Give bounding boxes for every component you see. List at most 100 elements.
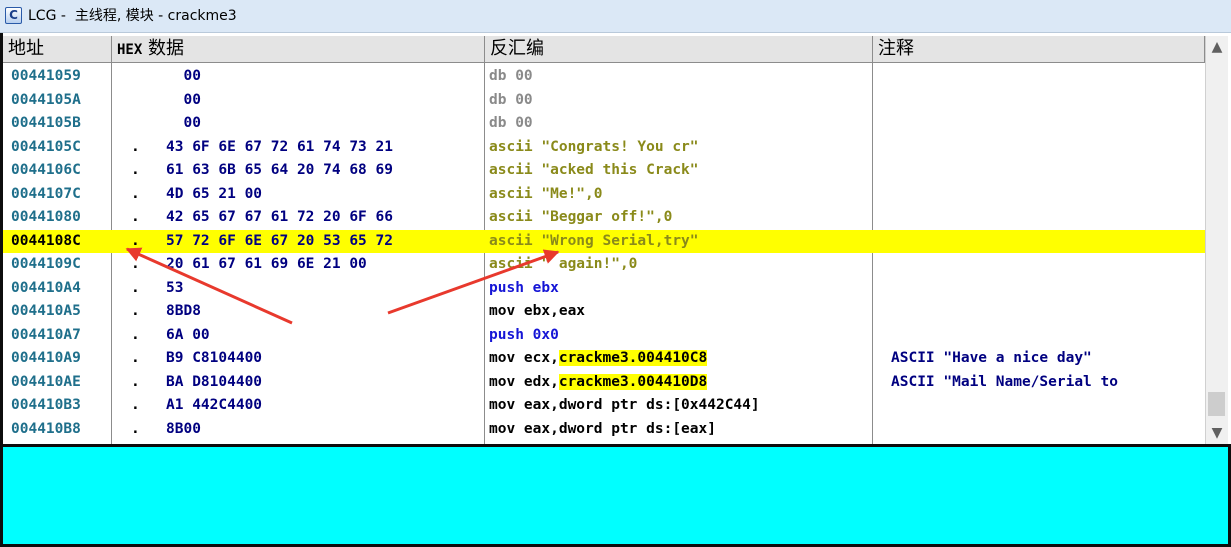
table-row[interactable]: 0044106C. 61 63 6B 65 64 20 74 68 69 ascii… [3,159,1205,183]
instruction-text: ascii " again!",0 [489,256,638,272]
scrollbar-thumb[interactable] [1208,392,1225,416]
marker-cell: . [131,232,140,249]
hex-cell: 8BD8 [166,303,201,319]
address-cell: 00441080 [11,209,81,225]
table-row[interactable]: 0044107C. 4D 65 21 00 ascii "Me!",0 [3,183,1205,207]
table-row[interactable]: 0044105A 00 db 00 [3,89,1205,113]
disassembly-rows: 00441059 00 db 00 0044105A 00 db 00 0044105B… [3,65,1205,441]
address-cell: 0044106C [11,162,81,178]
table-row[interactable]: 0044109C. 20 61 67 61 69 6E 21 00 ascii " … [3,253,1205,277]
instruction-text: push ebx [489,279,559,296]
disassembly-cell: push ebx [489,277,875,301]
scroll-up-icon[interactable]: ▲ [1206,36,1228,58]
column-header-address[interactable]: 地址 [3,36,112,63]
symbol-reference: crackme3.004410D8 [558,373,708,390]
instruction-text: db 00 [489,115,533,131]
address-cell: 0044108C [11,232,81,249]
hex-cell: 00 [166,91,201,108]
table-row[interactable]: 004410A7. 6A 00 push 0x0 [3,324,1205,348]
instruction-text: ascii "Beggar off!",0 [489,209,673,225]
title-bar: C LCG - 主线程, 模块 - crackme3 [0,0,1231,33]
disassembly-cell: ascii "Congrats! You cr" [489,136,875,160]
disassembly-cell: db 00 [489,65,875,89]
disassembly-cell: ascii "Beggar off!",0 [489,206,875,230]
hex-cell: 53 [166,279,184,296]
hex-cell: BA D8104400 [166,373,263,390]
table-row[interactable]: 004410AE. BA D8104400 mov edx,crackme3.004… [3,371,1205,395]
disassembly-cell: push 0x0 [489,324,875,348]
address-cell: 004410A9 [11,350,81,366]
table-row[interactable]: 004410B8. 8B00 mov eax,dword ptr ds:[eax] [3,418,1205,442]
address-cell: 0044105C [11,138,81,155]
info-pane[interactable] [0,447,1231,547]
hex-cell: 42 65 67 67 61 72 20 6F 66 [166,209,393,225]
table-row[interactable]: 004410A4. 53 push ebx [3,277,1205,301]
symbol-reference: crackme3.004410C8 [558,350,708,366]
vertical-scrollbar[interactable]: ▲ ▼ [1205,36,1228,444]
instruction-text: mov eax,dword ptr ds:[0x442C44] [489,397,760,413]
disassembly-cell: ascii "Me!",0 [489,183,875,207]
column-header-hex[interactable]: HEX 数据 [112,36,485,63]
hex-cell: A1 442C4400 [166,397,263,413]
marker-cell: . [131,326,140,343]
hex-cell: 43 6F 6E 67 72 61 74 73 21 [166,138,393,155]
table-row[interactable]: 00441080. 42 65 67 67 61 72 20 6F 66 ascii… [3,206,1205,230]
marker-cell: . [131,185,140,202]
instruction-text: mov eax,dword ptr ds:[eax] [489,420,716,437]
disassembly-cell: mov ecx,crackme3.004410C8 [489,347,875,371]
app-icon: C [5,7,22,24]
table-row[interactable]: 004410B3. A1 442C4400 mov eax,dword ptr ds… [3,394,1205,418]
table-row[interactable]: 004410A9. B9 C8104400 mov ecx,crackme3.004… [3,347,1205,371]
comment-cell: ASCII "Mail Name/Serial to [891,373,1118,390]
table-row[interactable]: 004410A5. 8BD8 mov ebx,eax [3,300,1205,324]
marker-cell: . [131,256,140,272]
disassembly-cell: ascii " again!",0 [489,253,875,277]
address-cell: 0044105A [11,91,81,108]
instruction-text: db 00 [489,91,533,108]
disassembly-cell: mov edx,crackme3.004410D8 [489,371,875,395]
hex-cell: 00 [166,68,201,84]
instruction-text: ascii "acked this Crack" [489,162,699,178]
marker-cell: . [131,373,140,390]
address-cell: 004410A4 [11,279,81,296]
table-row[interactable]: 0044105C. 43 6F 6E 67 72 61 74 73 21 ascii… [3,136,1205,160]
table-row[interactable]: 0044105B 00 db 00 [3,112,1205,136]
marker-cell: . [131,303,140,319]
hex-cell: B9 C8104400 [166,350,263,366]
disassembly-cell: mov ebx,eax [489,300,875,324]
disassembly-cell: mov eax,dword ptr ds:[eax] [489,418,875,442]
instruction-text: mov edx, [489,373,559,390]
instruction-text: ascii "Me!",0 [489,185,603,202]
instruction-text: push 0x0 [489,326,559,343]
address-cell: 004410AE [11,373,81,390]
address-cell: 004410A5 [11,303,81,319]
hex-cell: 57 72 6F 6E 67 20 53 65 72 [166,232,393,249]
instruction-text: mov ecx, [489,350,559,366]
address-cell: 0044109C [11,256,81,272]
table-row[interactable]: 00441059 00 db 00 [3,65,1205,89]
hex-cell: 20 61 67 61 69 6E 21 00 [166,256,367,272]
scroll-down-icon[interactable]: ▼ [1206,422,1228,444]
hex-cell: 6A 00 [166,326,210,343]
window-title: LCG - 主线程, 模块 - crackme3 [28,8,237,24]
column-header-disassembly[interactable]: 反汇编 [485,36,873,63]
marker-cell: . [131,279,140,296]
marker-cell: . [131,397,140,413]
instruction-text: ascii "Congrats! You cr" [489,138,699,155]
hex-cell: 00 [166,115,201,131]
address-cell: 0044107C [11,185,81,202]
address-cell: 00441059 [11,68,81,84]
disassembly-cell: db 00 [489,112,875,136]
marker-cell: . [131,138,140,155]
address-cell: 004410A7 [11,326,81,343]
instruction-text: mov ebx,eax [489,303,586,319]
column-header-comment[interactable]: 注释 [873,36,1205,63]
marker-cell: . [131,420,140,437]
disassembly-cell: ascii "Wrong Serial,try" [489,230,875,254]
comment-cell: ASCII "Have a nice day" [891,350,1092,366]
selected-row[interactable]: 0044108C. 57 72 6F 6E 67 20 53 65 72 ascii… [3,229,1205,254]
marker-cell: . [131,162,140,178]
address-cell: 0044105B [11,115,81,131]
marker-cell: . [131,209,140,225]
marker-cell: . [131,350,140,366]
